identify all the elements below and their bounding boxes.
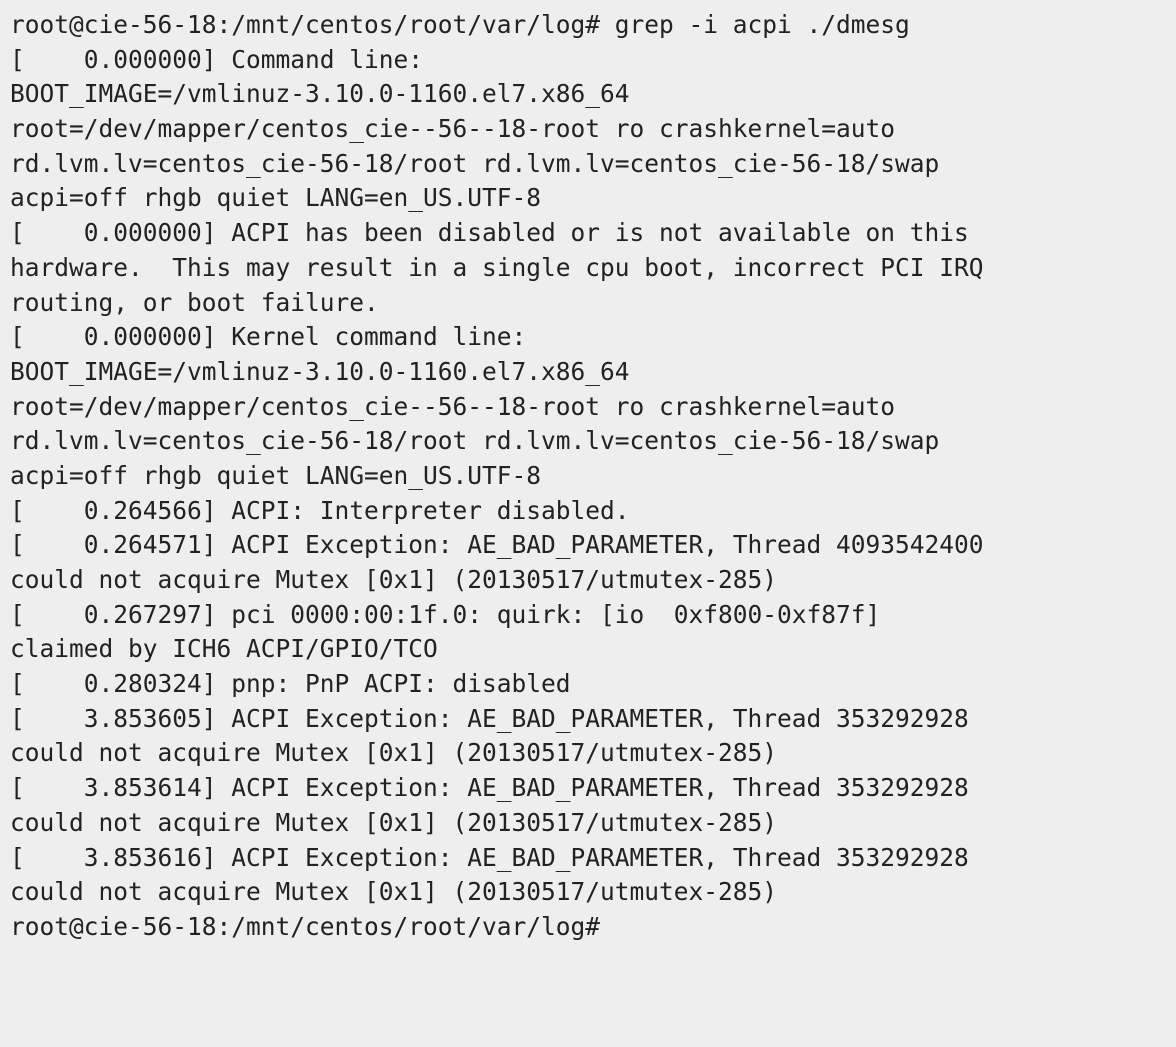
terminal-line: [ 0.000000] Command line:: [10, 44, 424, 74]
terminal-line: [ 3.853614] ACPI Exception: AE_BAD_PARAM…: [10, 773, 969, 803]
terminal-line: [ 0.264571] ACPI Exception: AE_BAD_PARAM…: [10, 530, 984, 560]
terminal-line: root=/dev/mapper/centos_cie--56--18-root…: [10, 114, 896, 144]
terminal-line: BOOT_IMAGE=/vmlinuz-3.10.0-1160.el7.x86_…: [10, 79, 630, 109]
terminal-line: acpi=off rhgb quiet LANG=en_US.UTF-8: [10, 460, 542, 490]
terminal-line: claimed by ICH6 ACPI/GPIO/TCO: [10, 634, 438, 664]
terminal-line: [ 0.267297] pci 0000:00:1f.0: quirk: [io…: [10, 599, 881, 629]
terminal-line: hardware. This may result in a single cp…: [10, 252, 984, 282]
terminal-line: [ 0.000000] Kernel command line:: [10, 322, 527, 352]
terminal-line-prompt-command: root@cie-56-18:/mnt/centos/root/var/log#…: [10, 10, 910, 39]
terminal-line: rd.lvm.lv=centos_cie-56-18/root rd.lvm.l…: [10, 148, 940, 178]
terminal-line: could not acquire Mutex [0x1] (20130517/…: [10, 565, 778, 594]
terminal-line: [ 0.280324] pnp: PnP ACPI: disabled: [10, 669, 571, 699]
terminal-prompt-line[interactable]: root@cie-56-18:/mnt/centos/root/var/log#: [10, 910, 1176, 945]
terminal-line: BOOT_IMAGE=/vmlinuz-3.10.0-1160.el7.x86_…: [10, 356, 630, 386]
terminal-line: [ 0.000000] ACPI has been disabled or is…: [10, 218, 969, 248]
terminal-line: root=/dev/mapper/centos_cie--56--18-root…: [10, 391, 896, 421]
terminal-output[interactable]: root@cie-56-18:/mnt/centos/root/var/log#…: [0, 0, 1176, 1047]
terminal-line: [ 3.853605] ACPI Exception: AE_BAD_PARAM…: [10, 703, 969, 733]
terminal-line: routing, or boot failure.: [10, 287, 379, 317]
terminal-line: rd.lvm.lv=centos_cie-56-18/root rd.lvm.l…: [10, 426, 940, 456]
terminal-line: [ 3.853616] ACPI Exception: AE_BAD_PARAM…: [10, 842, 969, 872]
terminal-line: could not acquire Mutex [0x1] (20130517/…: [10, 738, 778, 768]
terminal-line: acpi=off rhgb quiet LANG=en_US.UTF-8: [10, 183, 542, 213]
terminal-line: could not acquire Mutex [0x1] (20130517/…: [10, 877, 778, 907]
terminal-line: could not acquire Mutex [0x1] (20130517/…: [10, 807, 778, 837]
terminal-line: [ 0.264566] ACPI: Interpreter disabled.: [10, 495, 630, 525]
